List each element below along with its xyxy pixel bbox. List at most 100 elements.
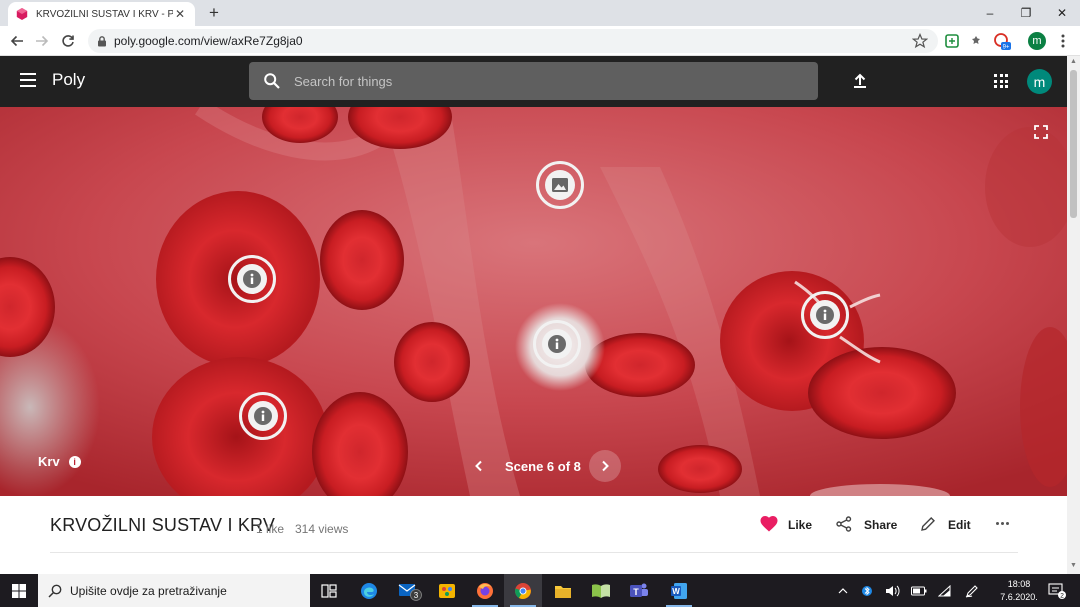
info-hotspot-1[interactable] [228, 255, 276, 303]
firefox-icon[interactable] [466, 574, 504, 607]
forward-arrow-icon[interactable] [31, 30, 53, 52]
extension-notification-icon[interactable]: 9+ [993, 32, 1011, 50]
info-hotspot-4[interactable] [239, 392, 287, 440]
battery-icon[interactable] [908, 574, 930, 607]
notification-center-icon[interactable]: 2 [1042, 574, 1072, 607]
back-arrow-icon[interactable] [6, 30, 28, 52]
volume-icon[interactable] [882, 574, 904, 607]
scene-navigation: Scene 6 of 8 [465, 450, 621, 482]
share-icon [836, 516, 854, 534]
browser-toolbar: poly.google.com/view/axRe7Zg8ja0 9+ m [0, 26, 1080, 56]
windows-start-icon[interactable] [0, 574, 38, 607]
scrollbar-thumb[interactable] [1070, 70, 1077, 218]
search-bar[interactable] [249, 62, 818, 100]
reader-app-icon[interactable] [582, 574, 620, 607]
chrome-icon[interactable] [504, 574, 542, 607]
info-icon [542, 329, 572, 359]
search-icon [263, 72, 281, 90]
edge-browser-icon[interactable] [350, 574, 388, 607]
tab-title: KRVOŽILNI SUSTAV I KRV - Poly [36, 8, 173, 20]
restore-button[interactable]: ❐ [1008, 0, 1044, 26]
search-icon [48, 584, 62, 598]
new-tab-button[interactable]: + [204, 3, 224, 23]
more-options-icon[interactable] [996, 522, 1009, 525]
apps-grid-icon[interactable] [994, 74, 1008, 88]
windows-taskbar: Upišite ovdje za pretraživanje 3 T W 18:… [0, 574, 1080, 607]
info-icon [237, 264, 267, 294]
search-input[interactable] [294, 73, 794, 89]
extension-green-icon[interactable] [943, 32, 961, 50]
address-bar[interactable]: poly.google.com/view/axRe7Zg8ja0 [88, 29, 938, 53]
scene-credit[interactable]: Krv i [38, 454, 81, 469]
edit-label: Edit [948, 518, 971, 532]
chrome-profile-avatar[interactable]: m [1028, 32, 1046, 50]
tab-close-icon[interactable]: ✕ [173, 7, 187, 21]
info-icon [248, 401, 278, 431]
pencil-icon [920, 516, 938, 534]
extension-badge: 9+ [1003, 45, 1010, 51]
heart-icon [760, 516, 778, 534]
like-label: Like [788, 518, 813, 532]
scroll-down-arrow-icon[interactable]: ▼ [1070, 562, 1077, 569]
edit-button[interactable]: Edit [920, 516, 971, 534]
mail-badge: 3 [414, 591, 419, 600]
wifi-icon[interactable] [934, 574, 956, 607]
user-avatar[interactable]: m [1027, 69, 1052, 94]
info-icon [810, 300, 840, 330]
model-info-row: KRVOŽILNI SUSTAV I KRV 1 like 314 views … [0, 496, 1067, 574]
chevron-right-icon [602, 460, 609, 472]
close-window-button[interactable]: ✕ [1044, 0, 1080, 26]
info-hotspot-2[interactable] [533, 320, 581, 368]
svg-text:W: W [672, 587, 680, 596]
paint-app-icon[interactable] [428, 574, 466, 607]
svg-text:T: T [633, 587, 639, 597]
page-scrollbar[interactable]: ▲ ▼ [1067, 56, 1080, 574]
word-icon[interactable]: W [660, 574, 698, 607]
lock-icon [96, 35, 108, 47]
scene-counter: Scene 6 of 8 [505, 458, 581, 474]
scroll-up-arrow-icon[interactable]: ▲ [1070, 58, 1077, 65]
next-scene-button[interactable] [588, 450, 621, 482]
vr-scene-viewer[interactable]: Krv i Scene 6 of 8 [0, 107, 1067, 496]
share-label: Share [864, 518, 898, 532]
scene-name: Krv [38, 454, 60, 469]
taskbar-clock[interactable]: 18:08 7.6.2020. [1000, 578, 1038, 604]
poly-header: Poly m [0, 56, 1067, 107]
clock-date: 7.6.2020. [1000, 592, 1038, 602]
view-count: 314 views [295, 522, 349, 536]
mail-icon[interactable]: 3 [391, 574, 429, 607]
previous-scene-button[interactable] [465, 452, 493, 480]
bluetooth-icon[interactable] [858, 574, 876, 607]
extension-puzzle-icon[interactable] [967, 32, 985, 50]
taskbar-search[interactable]: Upišite ovdje za pretraživanje [38, 574, 310, 607]
reload-icon[interactable] [57, 30, 79, 52]
upload-icon[interactable] [851, 72, 869, 90]
like-count: 1 like [256, 522, 285, 536]
scene-info-icon[interactable]: i [68, 455, 81, 468]
browser-tab[interactable]: KRVOŽILNI SUSTAV I KRV - Poly ✕ [8, 2, 195, 26]
image-icon [545, 170, 575, 200]
share-button[interactable]: Share [836, 516, 897, 534]
task-view-icon[interactable] [310, 574, 348, 607]
chevron-left-icon [475, 460, 482, 472]
menu-hamburger-icon[interactable] [20, 73, 36, 87]
bookmark-star-icon[interactable] [912, 33, 928, 49]
pen-workspace-icon[interactable] [960, 574, 984, 607]
file-explorer-icon[interactable] [544, 574, 582, 607]
info-hotspot-3[interactable] [801, 291, 849, 339]
tray-chevron-up-icon[interactable] [834, 574, 852, 607]
fullscreen-icon[interactable] [1034, 125, 1048, 139]
divider [50, 552, 1018, 553]
like-button[interactable]: Like [760, 516, 812, 534]
browser-tab-strip: KRVOŽILNI SUSTAV I KRV - Poly ✕ + – ❐ ✕ [0, 0, 1080, 26]
minimize-button[interactable]: – [972, 0, 1008, 26]
image-hotspot[interactable] [536, 161, 584, 209]
notification-count: 2 [1060, 592, 1064, 599]
page-title: KRVOŽILNI SUSTAV I KRV [50, 515, 276, 535]
teams-icon[interactable]: T [620, 574, 658, 607]
clock-time: 18:08 [1007, 579, 1031, 589]
poly-favicon-icon [16, 8, 28, 20]
taskbar-search-placeholder: Upišite ovdje za pretraživanje [70, 583, 227, 598]
chrome-menu-icon[interactable] [1054, 32, 1072, 50]
poly-logo-text[interactable]: Poly [52, 70, 85, 90]
